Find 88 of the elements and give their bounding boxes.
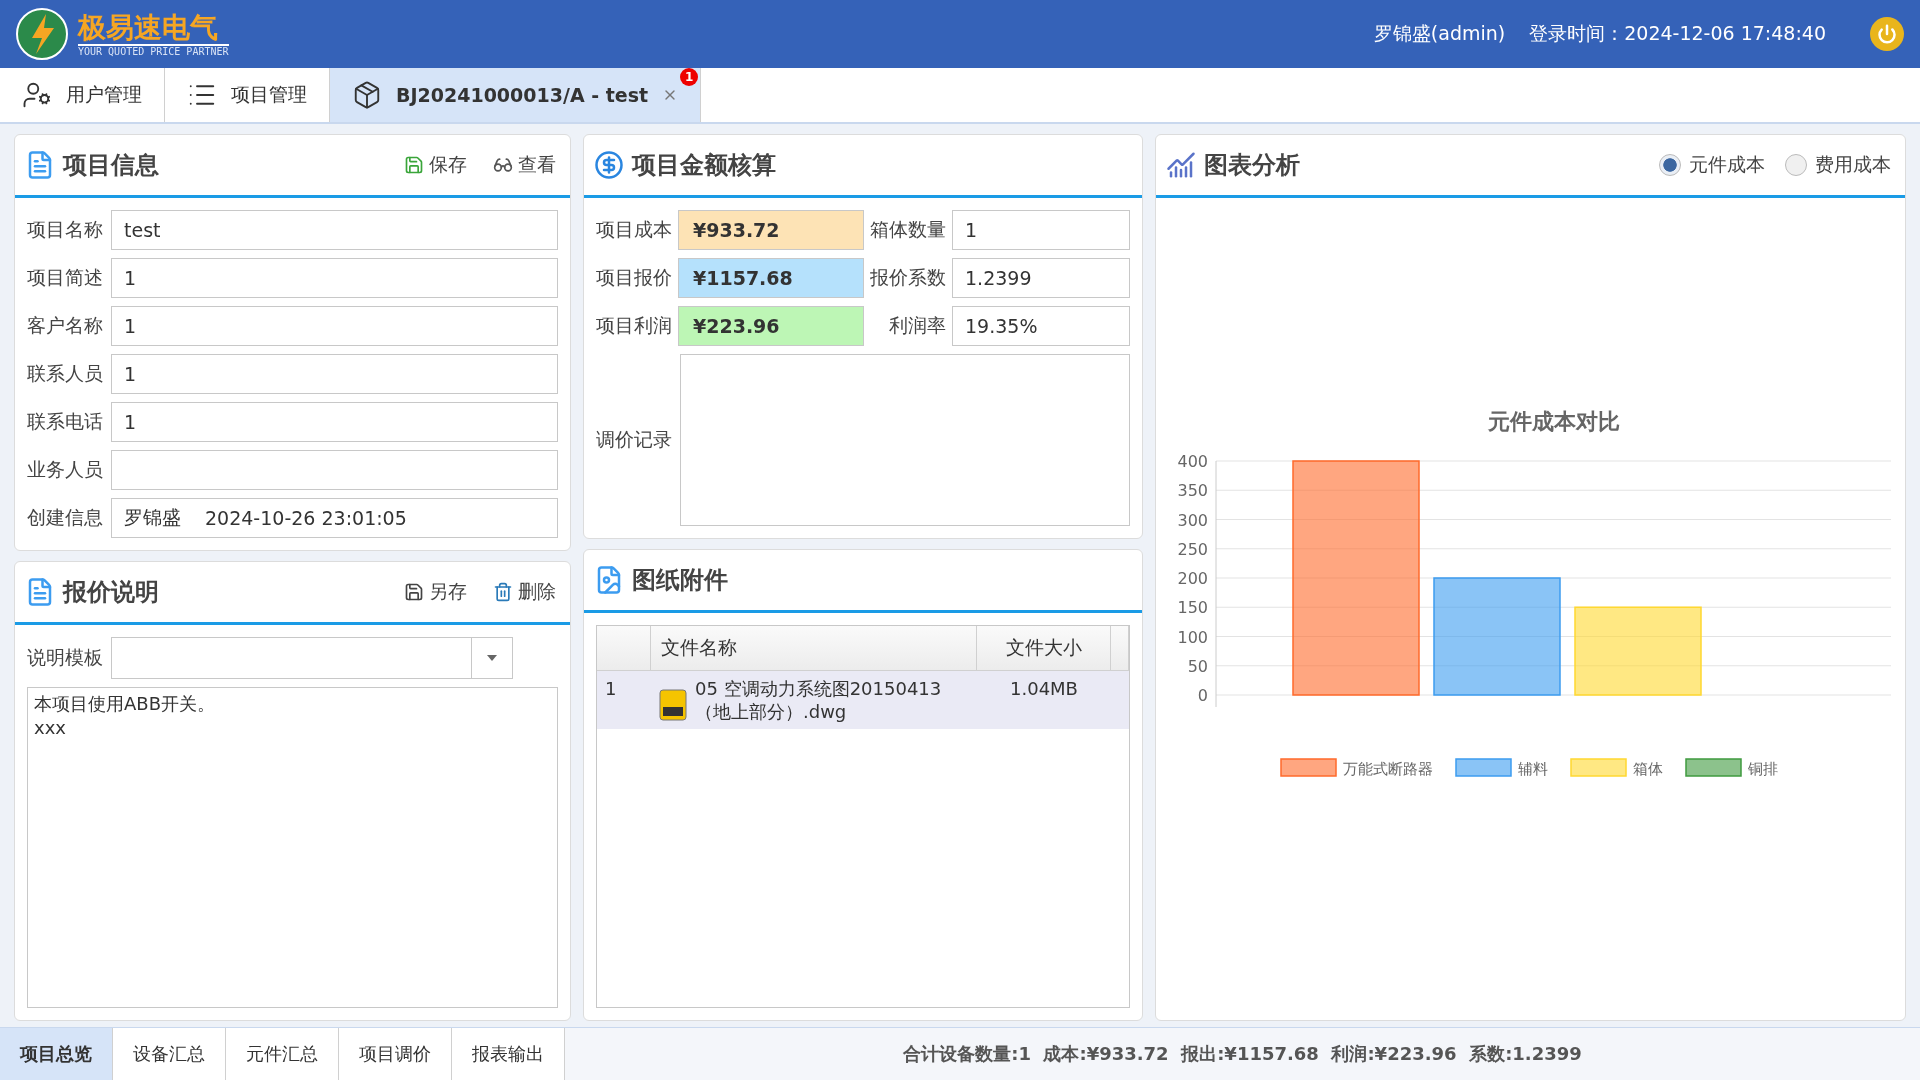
- bottom-tab[interactable]: 设备汇总: [113, 1028, 226, 1080]
- field-label: 说明模板: [27, 645, 104, 670]
- panel-title: 项目信息: [63, 150, 159, 181]
- power-icon: [1877, 24, 1897, 44]
- bottom-tab[interactable]: 报表输出: [452, 1028, 565, 1080]
- amount-field: ¥933.72: [678, 210, 864, 250]
- legend-label: 辅料: [1517, 760, 1548, 778]
- axis-tick-label: 400: [1176, 452, 1208, 471]
- trash-icon: [493, 582, 513, 602]
- floppy-icon: [404, 582, 424, 602]
- row-number: 1: [604, 677, 618, 701]
- axis-tick-label: 100: [1176, 627, 1208, 647]
- field-label: 调价记录: [596, 427, 672, 452]
- saveas-button[interactable]: 另存: [404, 579, 467, 605]
- input-field[interactable]: 1: [111, 306, 558, 346]
- field-label: 项目报价: [596, 265, 672, 290]
- legend-label: 箱体: [1632, 760, 1663, 778]
- user-gear-icon: [22, 80, 52, 110]
- bottom-tab[interactable]: 元件汇总: [226, 1028, 339, 1080]
- user-name: 罗锦盛(admin): [1373, 21, 1506, 46]
- brand-name: 极易速电气: [78, 11, 219, 44]
- bottom-tab[interactable]: 项目总览: [0, 1028, 113, 1080]
- legend-swatch: [1684, 758, 1742, 777]
- caret-icon: [487, 655, 497, 661]
- login-time: 登录时间：2024-12-06 17:48:40: [1529, 21, 1826, 46]
- template-select[interactable]: [111, 637, 513, 679]
- legend-swatch: [1454, 758, 1512, 777]
- delete-button[interactable]: 删除: [493, 579, 556, 605]
- input-field[interactable]: 19.35%: [952, 306, 1130, 346]
- glasses-icon: [493, 155, 513, 175]
- axis-tick-label: 300: [1176, 510, 1208, 530]
- axis-tick-label: 350: [1176, 481, 1208, 501]
- summary-text: 合计设备数量:1 成本:¥933.72 报出:¥1157.68 利润:¥223.96 系数:1.2399: [902, 1042, 1583, 1066]
- panel-title: 图纸附件: [632, 565, 728, 596]
- input-field[interactable]: 1: [111, 402, 558, 442]
- field-label: 箱体数量: [870, 217, 946, 242]
- chart-title: 元件成本对比: [1487, 409, 1619, 434]
- radio-option[interactable]: 元件成本: [1659, 152, 1765, 178]
- brand-tagline: YOUR QUOTED PRICE PARTNER: [78, 43, 229, 57]
- file-name: 05 空调动力系统图20150413（地上部分）.dwg: [695, 677, 943, 723]
- input-field[interactable]: 1: [952, 210, 1130, 250]
- field-label: 报价系数: [870, 265, 946, 290]
- field-label: 创建信息: [27, 505, 104, 530]
- axis-tick-label: 150: [1176, 598, 1208, 618]
- file-size: 1.04MB: [1009, 677, 1079, 701]
- field-label: 项目利润: [596, 313, 672, 338]
- input-field[interactable]: 1: [111, 258, 558, 298]
- panel-title: 项目金额核算: [632, 150, 776, 181]
- amount-field: ¥223.96: [678, 306, 864, 346]
- field-label: 联系人员: [27, 361, 104, 386]
- legend-swatch: [1569, 758, 1627, 777]
- note-text-area[interactable]: 本项目使用ABB开关。 xxx: [27, 687, 558, 1008]
- axis-tick-label: 50: [1187, 656, 1208, 676]
- power-button[interactable]: [1870, 17, 1904, 51]
- amount-field: ¥1157.68: [678, 258, 864, 298]
- field-label: 联系电话: [27, 409, 104, 434]
- field-label: 项目成本: [596, 217, 672, 242]
- input-field[interactable]: test: [111, 210, 558, 250]
- floppy-icon: [404, 155, 424, 175]
- field-label: 业务人员: [27, 457, 104, 482]
- input-field[interactable]: 1.2399: [952, 258, 1130, 298]
- field-label: 客户名称: [27, 313, 104, 338]
- price-log-area[interactable]: [680, 354, 1130, 526]
- save-button[interactable]: 保存: [404, 152, 467, 178]
- logo-icon: [16, 8, 68, 60]
- input-field[interactable]: [111, 450, 558, 490]
- view-button[interactable]: 查看: [493, 152, 556, 178]
- box-icon: [352, 80, 382, 110]
- axis-tick-label: 250: [1176, 539, 1208, 559]
- legend-label: 铜排: [1747, 760, 1778, 778]
- field-label: 项目名称: [27, 217, 104, 242]
- bottom-tab[interactable]: 项目调价: [339, 1028, 452, 1080]
- input-field[interactable]: 罗锦盛 2024-10-26 23:01:05: [111, 498, 558, 538]
- field-label: 利润率: [888, 313, 946, 338]
- input-field[interactable]: 1: [111, 354, 558, 394]
- axis-tick-label: 200: [1176, 569, 1208, 588]
- column-header: 文件大小: [977, 626, 1111, 670]
- tab[interactable]: BJ20241000013/A - test 1: [330, 68, 702, 122]
- field-label: 项目简述: [27, 265, 104, 290]
- column-header: 文件名称: [651, 626, 977, 670]
- legend-swatch: [1279, 758, 1337, 777]
- panel-title: 图表分析: [1204, 150, 1300, 181]
- notification-badge: 1: [680, 68, 699, 86]
- legend-label: 万能式断路器: [1342, 760, 1433, 778]
- chart-icon: [1166, 150, 1196, 180]
- panel-title: 报价说明: [63, 577, 159, 608]
- axis-tick-label: 0: [1197, 686, 1208, 705]
- radio-option[interactable]: 费用成本: [1785, 152, 1891, 178]
